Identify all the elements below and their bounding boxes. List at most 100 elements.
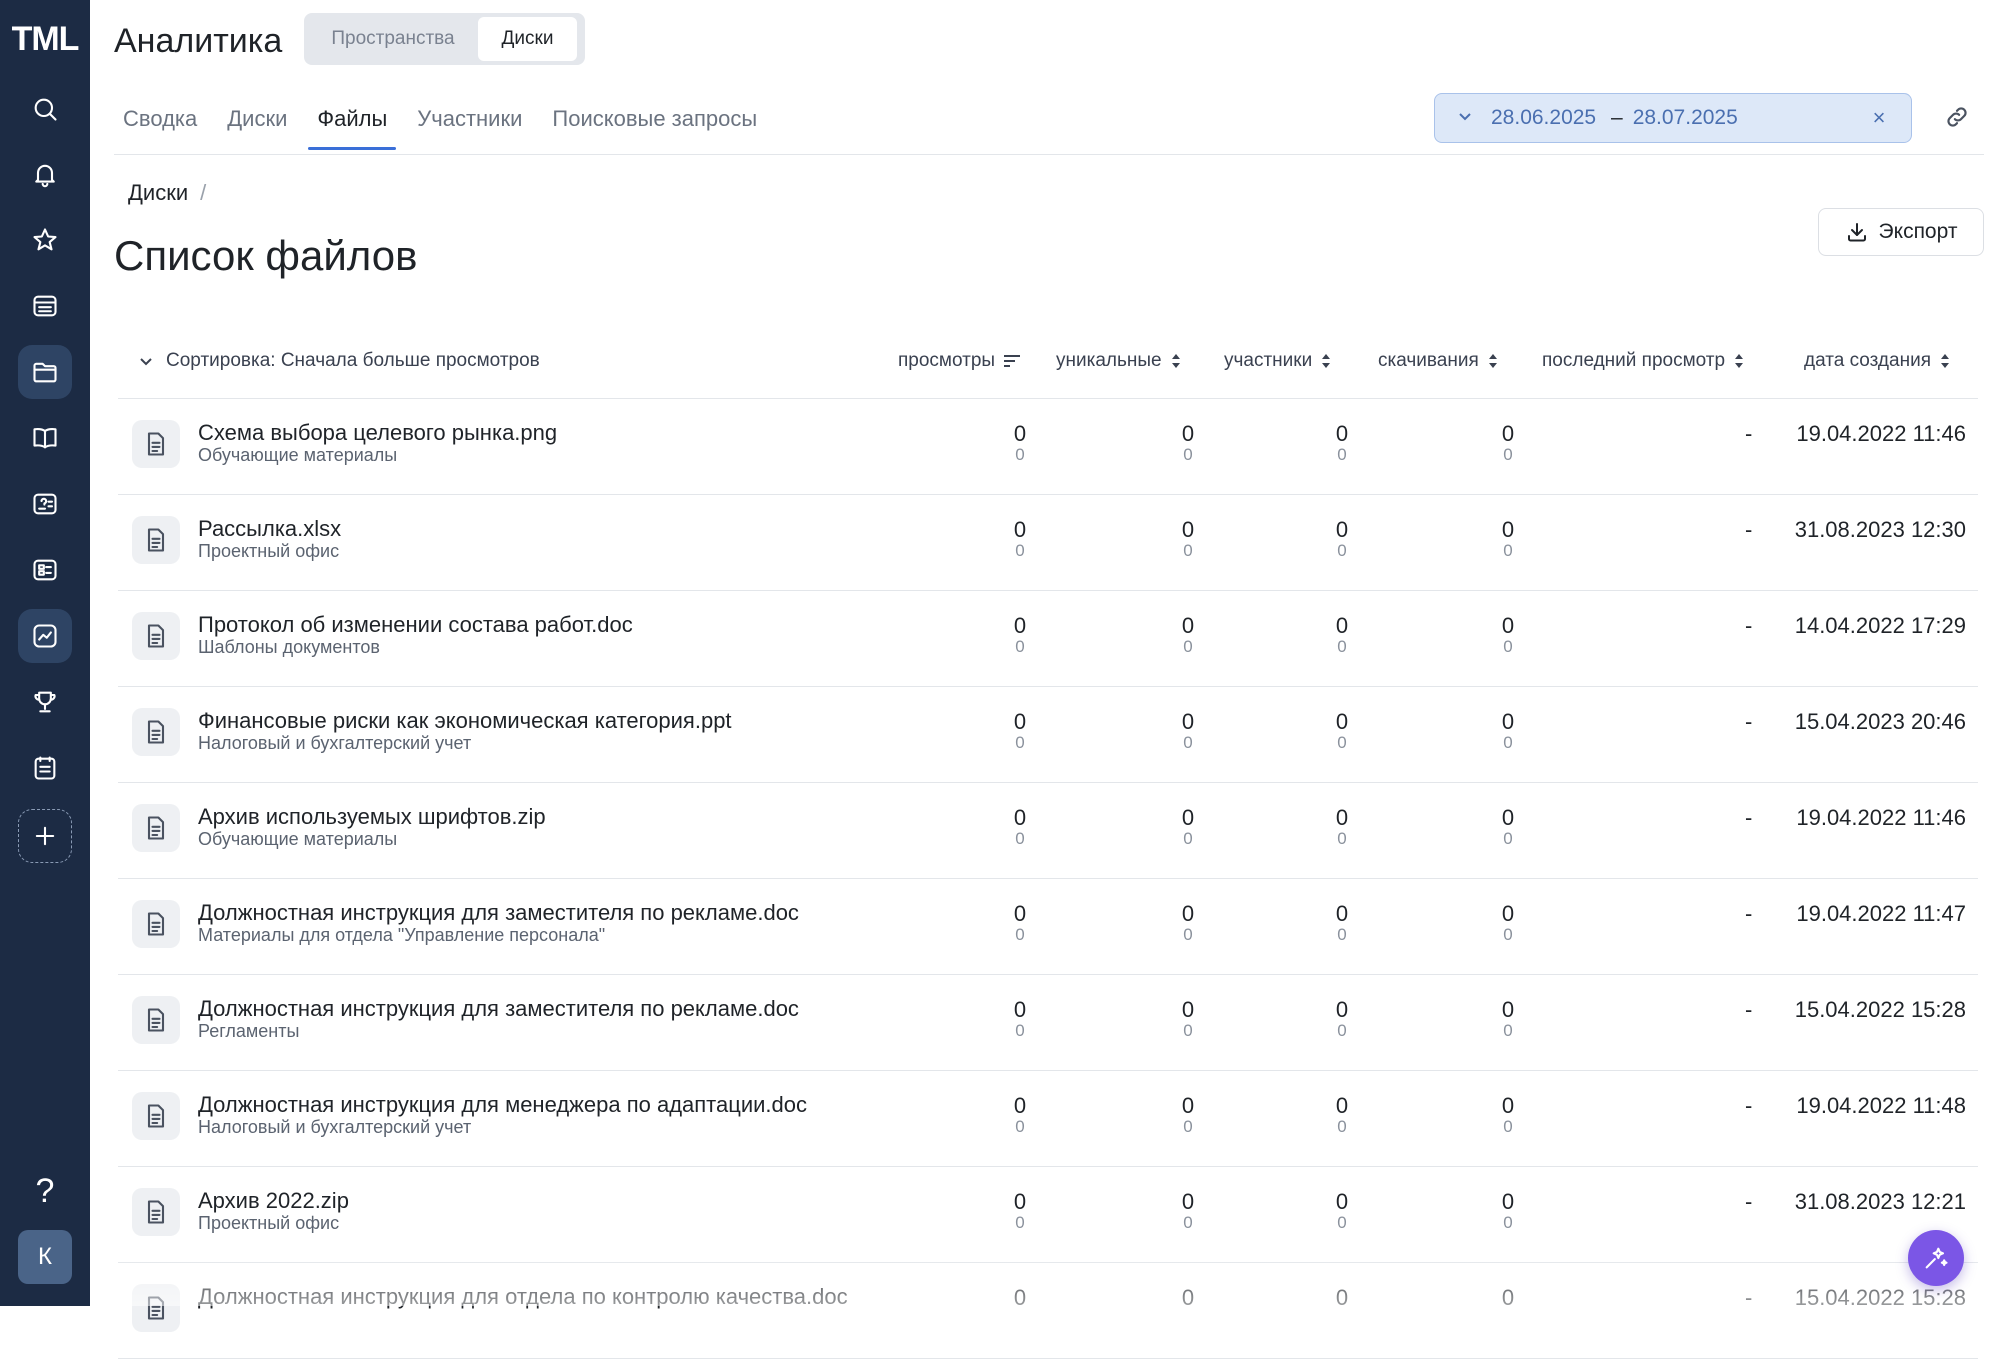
search-icon[interactable] (18, 82, 72, 136)
link-icon[interactable] (1944, 104, 1974, 134)
chevron-down-icon[interactable] (1457, 106, 1479, 130)
column-created-label: дата создания (1804, 350, 1931, 371)
cell-unique-sub: 0 (1183, 1021, 1193, 1040)
cell-created: 14.04.2022 17:29 (1794, 613, 1966, 638)
star-icon[interactable] (18, 213, 72, 267)
table-row[interactable]: Схема выбора целевого рынка.png Обучающие… (118, 399, 1978, 495)
ai-assistant-button[interactable] (1908, 1230, 1964, 1286)
file-name[interactable]: Схема выбора целевого рынка.png (198, 420, 557, 446)
cell-members-sub: 0 (1337, 445, 1347, 464)
sort-icon (1171, 354, 1180, 368)
tabs-divider (114, 154, 1984, 155)
file-icon (132, 804, 180, 852)
table-row[interactable]: Архив 2022.zip Проектный офис 0 0 0 0 0 0 0 0-31.… (118, 1167, 1978, 1263)
tasks-icon[interactable] (18, 741, 72, 795)
tab-members[interactable]: Участники (408, 100, 531, 149)
table-row[interactable]: Протокол об изменении состава работ.doc Ш… (118, 591, 1978, 687)
sidebar: TML ? К (0, 0, 90, 1306)
column-views[interactable]: просмотры (898, 350, 1021, 372)
add-icon[interactable] (18, 809, 72, 863)
column-last-view[interactable]: последний просмотр (1542, 350, 1745, 372)
tab-summary[interactable]: Сводка (114, 100, 206, 149)
cell-unique-sub: 0 (1183, 1117, 1193, 1136)
sort-dropdown[interactable]: Сортировка: Сначала больше просмотров (138, 350, 540, 372)
cell-created: 15.04.2022 15:28 (1794, 1285, 1966, 1310)
file-folder: Налоговый и бухгалтерский учет (198, 733, 472, 753)
cell-created: 19.04.2022 11:46 (1796, 805, 1966, 830)
bell-icon[interactable] (18, 147, 72, 201)
cell-downloads-value: 0 (1501, 1093, 1515, 1118)
file-icon (132, 612, 180, 660)
table-row[interactable]: Финансовые риски как экономическая катег… (118, 687, 1978, 783)
tab-files[interactable]: Файлы (308, 100, 397, 150)
cell-last-view: - (1745, 805, 1753, 830)
file-icon (132, 1188, 180, 1236)
date-start[interactable]: 28.06.2025 (1491, 106, 1601, 130)
app-logo[interactable]: TML (0, 20, 90, 59)
table-row[interactable]: Должностная инструкция для отдела по кон… (118, 1263, 1978, 1359)
file-name[interactable]: Должностная инструкция для заместителя п… (198, 996, 799, 1022)
files-table: Схема выбора целевого рынка.png Обучающие… (118, 399, 1978, 1359)
cell-unique-sub: 0 (1183, 445, 1193, 464)
column-unique-label: уникальные (1056, 350, 1162, 371)
date-end[interactable]: 28.07.2025 (1633, 106, 1869, 130)
file-name[interactable]: Протокол об изменении состава работ.doc (198, 612, 633, 638)
column-downloads[interactable]: скачивания (1378, 350, 1499, 372)
breadcrumb-disks[interactable]: Диски (128, 180, 188, 205)
sparkle-wand-icon (1925, 1247, 1948, 1269)
cell-members-value: 0 (1335, 805, 1349, 830)
file-icon (132, 996, 180, 1044)
file-name[interactable]: Финансовые риски как экономическая катег… (198, 708, 732, 734)
table-row[interactable]: Должностная инструкция для менеджера по … (118, 1071, 1978, 1167)
cell-downloads-value: 0 (1501, 517, 1515, 542)
segment-disks[interactable]: Диски (478, 17, 577, 61)
feed-icon[interactable] (18, 279, 72, 333)
date-range-picker[interactable]: 28.06.2025 – 28.07.2025 × (1434, 93, 1912, 143)
folder-icon[interactable] (18, 345, 72, 399)
file-name[interactable]: Должностная инструкция для менеджера по … (198, 1092, 807, 1118)
cell-views-sub: 0 (1015, 445, 1025, 464)
tests-icon[interactable] (18, 543, 72, 597)
quiz-icon[interactable] (18, 477, 72, 531)
column-members-label: участники (1224, 350, 1313, 371)
file-name[interactable]: Должностная инструкция для отдела по кон… (198, 1284, 848, 1310)
table-row[interactable]: Рассылка.xlsx Проектный офис 0 0 0 0 0 0 0 0-31.0… (118, 495, 1978, 591)
avatar[interactable]: К (18, 1230, 72, 1284)
export-label: Экспорт (1878, 220, 1958, 243)
column-unique[interactable]: уникальные (1056, 350, 1182, 372)
clear-icon[interactable]: × (1869, 105, 1889, 131)
cell-unique-value: 0 (1181, 421, 1195, 446)
column-downloads-label: скачивания (1378, 350, 1479, 371)
scope-switch: Пространства Диски (304, 13, 585, 65)
help-icon[interactable]: ? (18, 1164, 72, 1218)
column-members[interactable]: участники (1224, 350, 1332, 372)
cell-views-sub: 0 (1015, 1021, 1025, 1040)
cell-downloads-sub: 0 (1503, 541, 1513, 560)
book-icon[interactable] (18, 411, 72, 465)
file-name[interactable]: Архив 2022.zip (198, 1188, 349, 1214)
column-views-label: просмотры (898, 350, 996, 371)
table-row[interactable]: Должностная инструкция для заместителя п… (118, 879, 1978, 975)
cell-views-sub: 0 (1015, 637, 1025, 656)
cell-unique-value: 0 (1181, 517, 1195, 542)
file-name[interactable]: Рассылка.xlsx (198, 516, 341, 542)
column-created[interactable]: дата создания (1804, 350, 1951, 372)
table-row[interactable]: Должностная инструкция для заместителя п… (118, 975, 1978, 1071)
cell-downloads-sub: 0 (1503, 925, 1513, 944)
tab-disks[interactable]: Диски (218, 100, 296, 149)
cell-unique-value: 0 (1181, 901, 1195, 926)
date-separator: – (1611, 106, 1623, 129)
table-row[interactable]: Архив используемых шрифтов.zip Обучающие … (118, 783, 1978, 879)
segment-spaces[interactable]: Пространства (308, 17, 478, 61)
analytics-icon[interactable] (18, 609, 72, 663)
cell-last-view: - (1745, 997, 1753, 1022)
cell-downloads-value: 0 (1501, 613, 1515, 638)
cell-views-sub: 0 (1015, 733, 1025, 752)
cell-downloads-value: 0 (1501, 1189, 1515, 1214)
export-button[interactable]: Экспорт (1818, 208, 1984, 256)
trophy-icon[interactable] (18, 675, 72, 729)
file-name[interactable]: Архив используемых шрифтов.zip (198, 804, 546, 830)
tab-search-queries[interactable]: Поисковые запросы (543, 100, 766, 149)
cell-created: 15.04.2022 15:28 (1794, 997, 1966, 1022)
file-name[interactable]: Должностная инструкция для заместителя п… (198, 900, 799, 926)
